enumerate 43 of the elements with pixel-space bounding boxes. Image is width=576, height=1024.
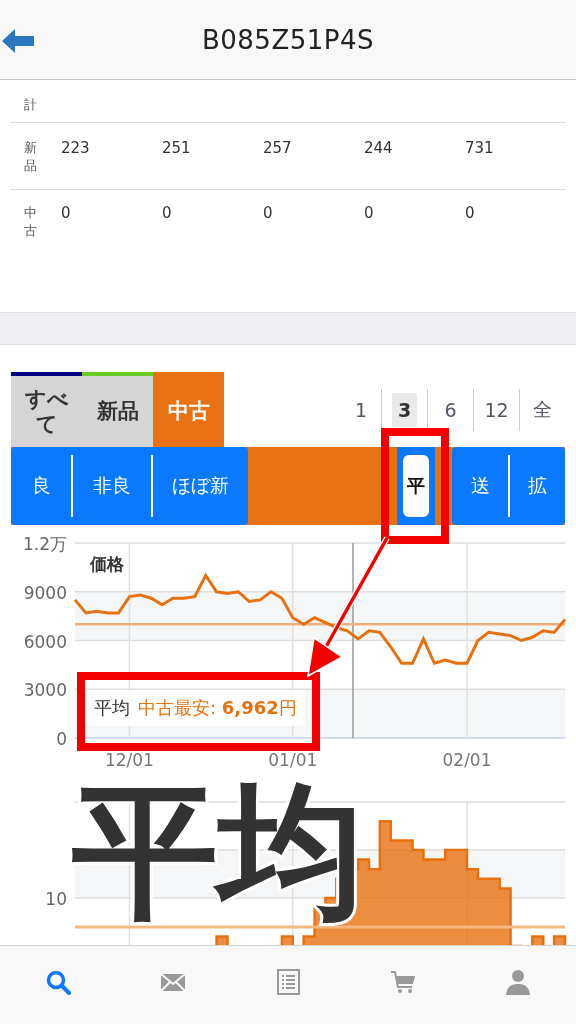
table-cell-text: 731 (465, 139, 495, 159)
table-cell-text: 0 (364, 204, 375, 224)
period-tab[interactable]: 3 (391, 392, 418, 427)
average-toggle[interactable]: 平 (403, 455, 429, 517)
period-tab[interactable]: 全 (533, 396, 552, 423)
axis-label: 01/01 (268, 750, 318, 770)
table-cell-text: 0 (162, 204, 173, 224)
axis-label: 12/01 (104, 750, 154, 770)
table-cell-text: 251 (162, 139, 192, 159)
back-arrow-icon[interactable] (2, 28, 34, 54)
row-label: 中古 (24, 204, 37, 241)
condition-tab[interactable]: すべて (11, 372, 82, 447)
filter-button[interactable]: 良 (11, 455, 71, 517)
row-label: 新品 (24, 139, 37, 176)
chart-title: 価格 (90, 554, 124, 574)
table-cell-text: 257 (263, 139, 293, 159)
person-icon[interactable] (504, 968, 533, 996)
table-cell-text: 0 (263, 204, 274, 224)
filter-button[interactable]: 非良 (71, 455, 151, 517)
page-title: B085Z51P4S (201, 24, 375, 55)
cart-icon[interactable] (389, 968, 418, 996)
condition-tab[interactable]: 新品 (82, 372, 153, 447)
toggle-button[interactable]: 拡 (508, 455, 564, 517)
period-tab[interactable]: 6 (444, 398, 457, 421)
axis-label: 9000 (23, 582, 67, 603)
table-cell-text: 223 (61, 139, 91, 159)
caption-text: 平均 (72, 778, 364, 924)
filter-button[interactable]: ほぼ新 (151, 455, 248, 517)
axis-label: 02/01 (442, 750, 492, 770)
tooltip-value: 中古最安: 6,962円 (138, 696, 297, 720)
row-label: 計 (24, 95, 37, 114)
axis-label: 10 (45, 889, 67, 909)
table-cell-text: 0 (61, 204, 72, 224)
toggle-button[interactable]: 送 (452, 455, 508, 517)
table-cell-text: 244 (364, 139, 394, 159)
axis-label: 3000 (23, 680, 67, 701)
period-tab[interactable]: 12 (484, 398, 509, 421)
axis-label: 6000 (23, 631, 67, 652)
period-tab[interactable]: 1 (354, 398, 368, 421)
axis-label: 1.2万 (22, 534, 67, 554)
axis-label: 0 (56, 729, 67, 749)
tooltip-label: 平均 (94, 696, 130, 720)
table-cell-text: 0 (465, 204, 476, 224)
